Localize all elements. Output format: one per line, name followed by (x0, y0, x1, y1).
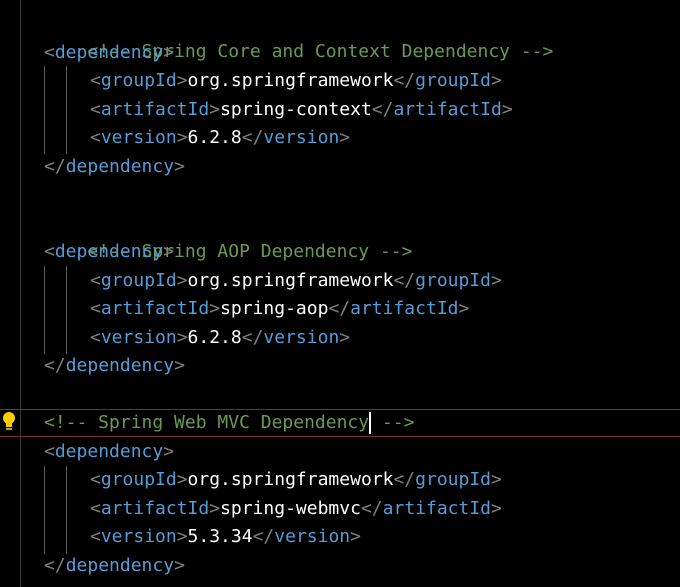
code-line-groupid[interactable]: <groupId>org.springframework</groupId> (90, 67, 502, 95)
tag-name: artifactId (100, 298, 210, 319)
code-line-close-tag[interactable]: </dependency> (44, 153, 185, 181)
tag-name: groupId (415, 469, 491, 490)
tag-name: groupId (100, 70, 177, 91)
comment-text: <!-- Spring Web MVC Dependency (44, 412, 370, 433)
tag-name: groupId (415, 70, 491, 91)
groupid-value: org.springframework (187, 70, 394, 91)
artifactid-value: spring-context (220, 99, 372, 120)
code-line-open-tag[interactable]: <dependency> (44, 39, 174, 67)
tag-name: artifactId (100, 498, 210, 519)
tag-name: version (100, 526, 177, 547)
code-line-version[interactable]: <version>6.2.8</version> (90, 324, 350, 352)
indent-guide (66, 266, 67, 354)
tag-name: dependency (54, 241, 164, 262)
code-line-close-tag[interactable]: </dependency> (44, 352, 185, 380)
code-line-comment[interactable]: <!-- Spring AOP Dependency --> (44, 210, 412, 262)
tag-name: dependency (65, 555, 175, 576)
tag-name: dependency (54, 42, 164, 63)
artifactid-value: spring-webmvc (220, 498, 361, 519)
code-line-artifactid[interactable]: <artifactId>spring-webmvc</artifactId> (90, 495, 502, 523)
artifactid-value: spring-aop (220, 298, 329, 319)
code-line-artifactid[interactable]: <artifactId>spring-context</artifactId> (90, 96, 513, 124)
code-editor[interactable]: <!-- Spring Core and Context Dependency … (0, 0, 680, 587)
code-line-open-tag[interactable]: <dependency> (44, 238, 174, 266)
gutter-divider (20, 0, 21, 587)
code-line-comment-current[interactable]: <!-- Spring Web MVC Dependency --> (44, 409, 414, 437)
tag-name: artifactId (100, 99, 210, 120)
code-line-open-tag[interactable]: <dependency> (44, 438, 174, 466)
tag-name: version (100, 127, 177, 148)
tag-name: artifactId (350, 298, 459, 319)
code-line-artifactid[interactable]: <artifactId>spring-aop</artifactId> (90, 295, 469, 323)
tag-name: dependency (54, 441, 164, 462)
tag-name: groupId (415, 270, 491, 291)
code-line-version[interactable]: <version>6.2.8</version> (90, 124, 350, 152)
code-line-close-tag[interactable]: </dependency> (44, 552, 185, 580)
indent-guide (66, 466, 67, 554)
version-value: 6.2.8 (187, 327, 242, 348)
groupid-value: org.springframework (187, 469, 394, 490)
version-value: 5.3.34 (187, 526, 253, 547)
version-value: 6.2.8 (187, 127, 242, 148)
code-line-groupid[interactable]: <groupId>org.springframework</groupId> (90, 267, 502, 295)
indent-guide (44, 466, 45, 554)
code-line-groupid[interactable]: <groupId>org.springframework</groupId> (90, 466, 502, 494)
tag-name: version (100, 327, 177, 348)
tag-name: version (274, 526, 351, 547)
tag-name: groupId (100, 469, 177, 490)
lightbulb-icon[interactable] (2, 411, 16, 433)
tag-name: dependency (65, 156, 175, 177)
tag-name: artifactId (382, 498, 492, 519)
tag-name: version (263, 127, 340, 148)
comment-text-end: --> (371, 412, 415, 433)
tag-name: dependency (65, 355, 175, 376)
tag-name: groupId (100, 270, 177, 291)
indent-guide (66, 66, 67, 154)
tag-name: version (263, 327, 340, 348)
tag-name: artifactId (393, 99, 502, 120)
code-line-version[interactable]: <version>5.3.34</version> (90, 523, 361, 551)
groupid-value: org.springframework (187, 270, 394, 291)
code-line-comment[interactable]: <!-- Spring Core and Context Dependency … (44, 10, 553, 62)
